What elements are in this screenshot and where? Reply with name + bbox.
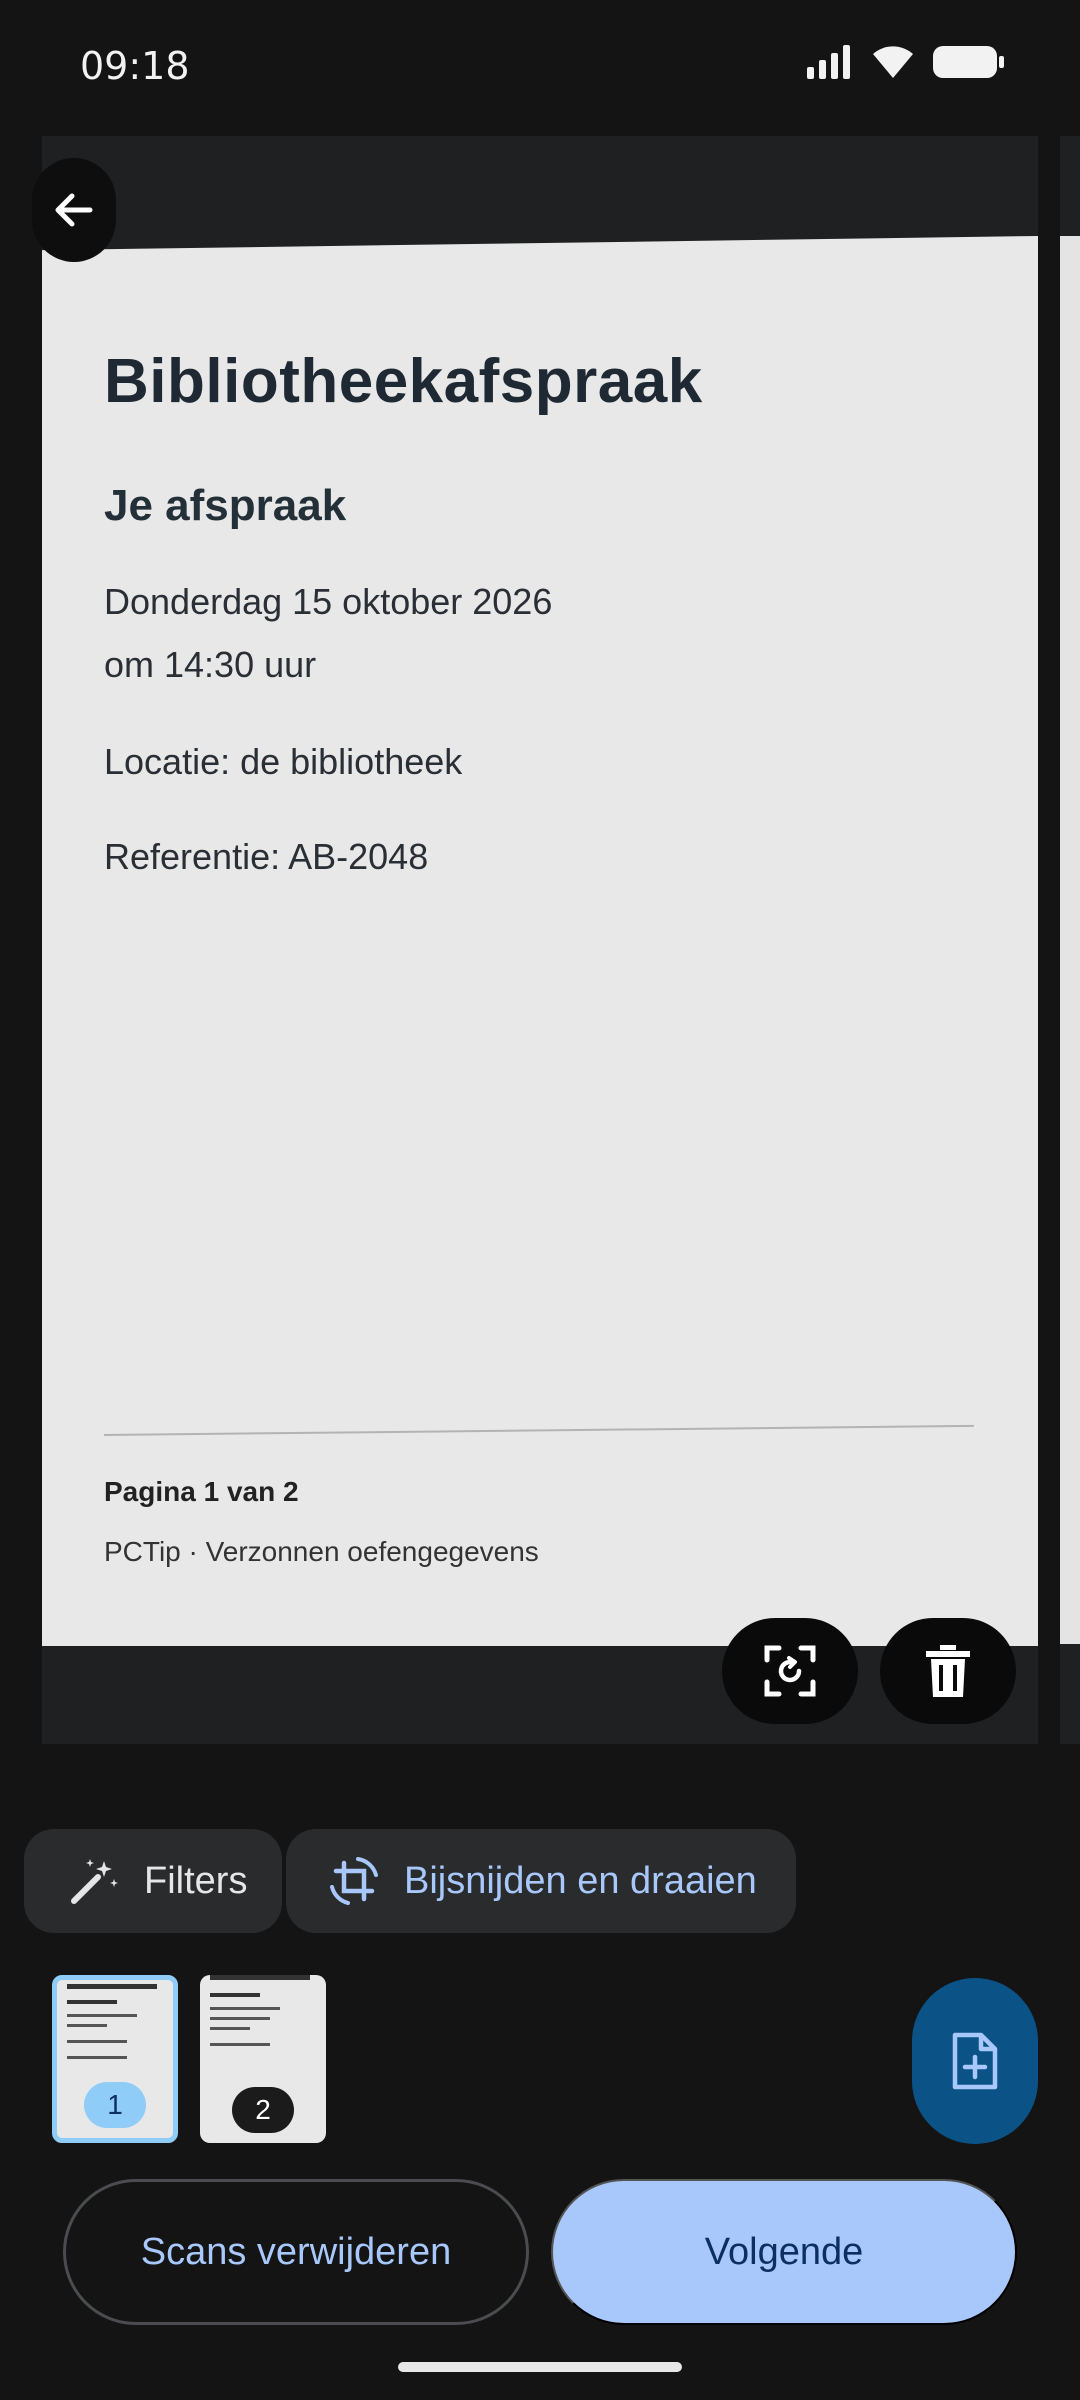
scanned-page: Bibliotheekafspraak Je afspraak Donderda… — [42, 236, 1038, 1646]
back-button[interactable] — [32, 158, 116, 262]
crop-rotate-icon — [330, 1857, 378, 1905]
trash-icon — [926, 1645, 970, 1697]
crop-rotate-label: Bijsnijden en draaien — [404, 1859, 757, 1902]
doc-heading: Je afspraak — [104, 481, 347, 530]
page-thumbnail-2[interactable]: 2 — [200, 1975, 326, 2143]
status-bar: 09:18 — [0, 0, 1080, 130]
delete-scans-button[interactable]: Scans verwijderen — [63, 2179, 529, 2325]
crop-rotate-chip[interactable]: Bijsnijden en draaien — [286, 1829, 796, 1933]
filters-label: Filters — [144, 1859, 248, 1902]
delete-page-button[interactable] — [880, 1618, 1016, 1724]
doc-time: om 14:30 uur — [104, 644, 317, 685]
scan-viewer: Bibliotheekafspraak Je afspraak Donderda… — [42, 136, 1038, 1744]
add-page-icon — [952, 2032, 998, 2090]
battery-icon — [933, 46, 1004, 78]
doc-location: Locatie: de bibliotheek — [104, 741, 463, 782]
thumbnail-badge-2: 2 — [232, 2087, 294, 2133]
doc-divider — [103, 1424, 974, 1436]
page-thumbnail-1[interactable]: 1 — [52, 1975, 178, 2143]
wifi-icon — [873, 46, 913, 78]
doc-date: Donderdag 15 oktober 2026 — [104, 581, 553, 622]
clock: 09:18 — [80, 44, 190, 88]
next-button[interactable]: Volgende — [551, 2179, 1017, 2325]
retake-icon — [764, 1645, 816, 1697]
magic-wand-icon — [71, 1859, 118, 1904]
back-arrow-icon — [55, 193, 93, 227]
filters-chip[interactable]: Filters — [24, 1829, 282, 1933]
next-page-preview[interactable] — [1060, 236, 1080, 1644]
doc-footer: PCTip · Verzonnen oefengegevens — [104, 1536, 539, 1567]
retake-button[interactable] — [722, 1618, 858, 1724]
signal-icon — [807, 45, 850, 79]
doc-page-number: Pagina 1 van 2 — [104, 1476, 299, 1507]
status-icons — [807, 44, 1005, 80]
thumbnail-badge-1: 1 — [84, 2082, 146, 2128]
doc-title: Bibliotheekafspraak — [104, 347, 703, 416]
home-indicator[interactable] — [398, 2362, 682, 2372]
doc-reference: Referentie: AB-2048 — [104, 836, 429, 877]
add-page-button[interactable] — [912, 1978, 1038, 2144]
